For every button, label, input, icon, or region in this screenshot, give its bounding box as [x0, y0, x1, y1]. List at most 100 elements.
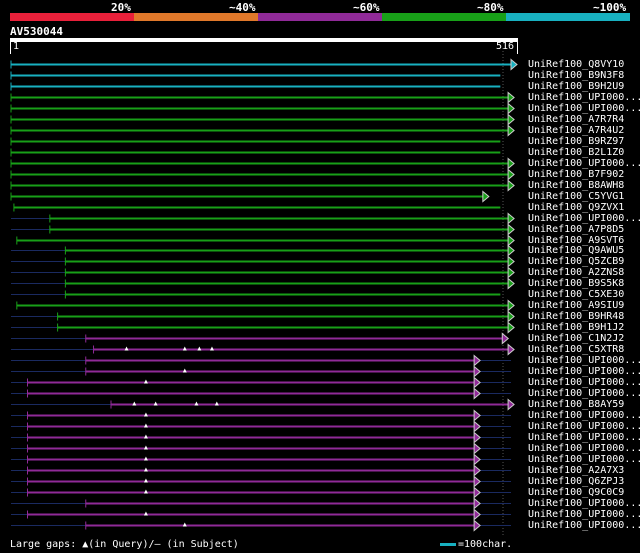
hit-row[interactable]	[10, 190, 490, 203]
hit-row[interactable]	[11, 420, 511, 433]
hit-label[interactable]: UniRef100_UPI000...	[528, 213, 640, 224]
hit-row[interactable]	[11, 290, 501, 299]
hit-row[interactable]	[11, 486, 511, 499]
hit-row[interactable]	[16, 234, 515, 247]
hit-row[interactable]	[11, 266, 515, 279]
hit-row[interactable]	[11, 212, 515, 225]
hit-row[interactable]	[11, 442, 511, 455]
hit-label[interactable]: UniRef100_UPI000...	[528, 388, 640, 399]
hit-arrow-icon	[473, 464, 481, 477]
hit-row[interactable]	[10, 102, 515, 115]
hit-row[interactable]	[11, 519, 511, 532]
hit-row[interactable]	[11, 497, 511, 510]
hit-row[interactable]	[11, 475, 511, 488]
hit-label[interactable]: UniRef100_C1N2J2	[528, 333, 624, 344]
hit-label[interactable]: UniRef100_B8AY59	[528, 399, 624, 410]
hit-label[interactable]: UniRef100_UPI000...	[528, 366, 640, 377]
hit-label[interactable]: UniRef100_B9N3F8	[528, 70, 624, 81]
hit-row[interactable]	[10, 137, 501, 146]
hit-row[interactable]	[11, 387, 511, 400]
hit-row[interactable]	[10, 58, 518, 71]
hit-label[interactable]: UniRef100_A7R4U2	[528, 125, 624, 136]
hit-label[interactable]: UniRef100_A7P8D5	[528, 224, 624, 235]
hit-label[interactable]: UniRef100_B9HR48	[528, 311, 624, 322]
hit-label[interactable]: UniRef100_A7R7R4	[528, 114, 624, 125]
hit-row[interactable]	[13, 203, 501, 212]
hit-row[interactable]	[10, 113, 515, 126]
hit-row[interactable]	[11, 332, 510, 345]
hit-arrow-icon	[501, 332, 510, 345]
hit-label[interactable]: UniRef100_B7F902	[528, 169, 624, 180]
hit-label[interactable]: UniRef100_B2L1Z0	[528, 147, 624, 158]
hit-row[interactable]	[11, 398, 515, 411]
hit-row[interactable]	[11, 365, 511, 378]
hit-label[interactable]: UniRef100_UPI000...	[528, 410, 640, 421]
hit-label[interactable]: UniRef100_UPI000...	[528, 377, 640, 388]
hit-label[interactable]: UniRef100_UPI000...	[528, 498, 640, 509]
hit-arrow-icon	[507, 266, 515, 279]
hit-label[interactable]: UniRef100_UPI000...	[528, 520, 640, 531]
hit-label[interactable]: UniRef100_C5XTR8	[528, 344, 624, 355]
hit-row[interactable]	[10, 91, 515, 104]
hit-label[interactable]: UniRef100_A9SIU9	[528, 300, 624, 311]
hit-row[interactable]	[10, 179, 515, 192]
hit-arrow-icon	[507, 321, 515, 334]
hit-arrow-icon	[507, 102, 515, 115]
hit-label[interactable]: UniRef100_UPI000...	[528, 421, 640, 432]
hit-row[interactable]	[11, 409, 511, 422]
hit-label[interactable]: UniRef100_Q5ZCB9	[528, 256, 624, 267]
hit-arrow-icon	[507, 299, 515, 312]
hit-arrow-icon	[473, 365, 481, 378]
hit-row[interactable]	[11, 244, 515, 257]
hit-label[interactable]: UniRef100_UPI000...	[528, 103, 640, 114]
hit-row[interactable]	[11, 453, 511, 466]
hit-row[interactable]	[11, 223, 515, 236]
hit-label[interactable]: UniRef100_A2ZNS8	[528, 267, 624, 278]
hit-row[interactable]	[16, 299, 515, 312]
hit-label[interactable]: UniRef100_UPI000...	[528, 355, 640, 366]
hit-arrow-icon	[507, 234, 515, 247]
hit-label[interactable]: UniRef100_UPI000...	[528, 509, 640, 520]
hit-label[interactable]: UniRef100_Q6ZPJ3	[528, 476, 624, 487]
hit-row[interactable]	[11, 277, 515, 290]
hit-label[interactable]: UniRef100_Q9ZVX1	[528, 202, 624, 213]
hit-row[interactable]	[11, 354, 511, 367]
hit-label[interactable]: UniRef100_UPI000...	[528, 92, 640, 103]
hit-arrow-icon	[482, 190, 490, 203]
hit-row[interactable]	[10, 168, 515, 181]
hit-row[interactable]	[10, 71, 501, 80]
hit-label[interactable]: UniRef100_Q8VY10	[528, 59, 624, 70]
hit-label[interactable]: UniRef100_C5YVG1	[528, 191, 624, 202]
hit-label[interactable]: UniRef100_B8AWH8	[528, 180, 624, 191]
hit-label[interactable]: UniRef100_A2A7X3	[528, 465, 624, 476]
hit-label[interactable]: UniRef100_UPI000...	[528, 443, 640, 454]
hit-row[interactable]	[11, 343, 515, 356]
hit-arrow-icon	[473, 486, 481, 499]
hit-row[interactable]	[11, 321, 515, 334]
hit-arrow-icon	[507, 91, 515, 104]
hit-row[interactable]	[10, 157, 515, 170]
hit-label[interactable]: UniRef100_UPI000...	[528, 158, 640, 169]
hit-label[interactable]: UniRef100_B9RZ97	[528, 136, 624, 147]
hit-row[interactable]	[11, 376, 511, 389]
hit-label[interactable]: UniRef100_UPI000...	[528, 454, 640, 465]
hit-arrow-icon	[507, 212, 515, 225]
hit-label[interactable]: UniRef100_C5XE30	[528, 289, 624, 300]
hit-arrow-icon	[507, 179, 515, 192]
hit-label[interactable]: UniRef100_Q9C0C9	[528, 487, 624, 498]
hit-row[interactable]	[11, 255, 515, 268]
scale-bar	[440, 543, 456, 546]
hit-row[interactable]	[11, 310, 515, 323]
hit-row[interactable]	[10, 124, 515, 137]
hit-label[interactable]: UniRef100_B9H1J2	[528, 322, 624, 333]
hit-row[interactable]	[11, 464, 511, 477]
hit-label[interactable]: UniRef100_B9S5K8	[528, 278, 624, 289]
hit-label[interactable]: UniRef100_UPI000...	[528, 432, 640, 443]
hit-row[interactable]	[11, 431, 511, 444]
hit-label[interactable]: UniRef100_B9H2U9	[528, 81, 624, 92]
hit-label[interactable]: UniRef100_Q9AWU5	[528, 245, 624, 256]
hit-row[interactable]	[10, 82, 501, 91]
hit-row[interactable]	[10, 148, 501, 157]
hit-row[interactable]	[11, 508, 511, 521]
gap-legend-text: Large gaps: ▲(in Query)/– (in Subject)	[10, 539, 239, 550]
